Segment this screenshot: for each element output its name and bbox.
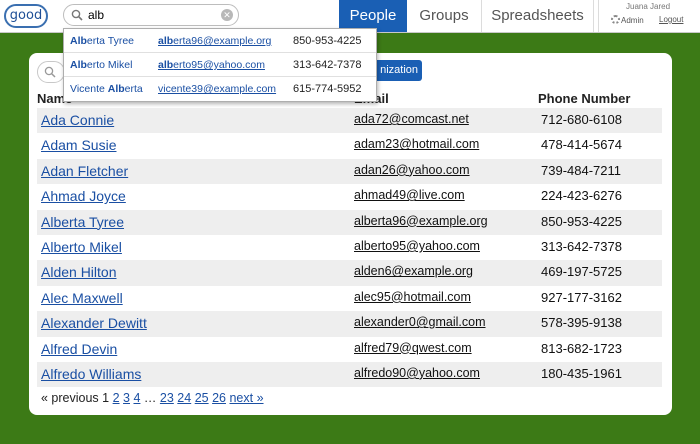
- person-phone: 813-682-1723: [541, 340, 622, 356]
- match-highlight: alb: [158, 35, 174, 47]
- person-phone: 739-484-7211: [541, 162, 621, 178]
- person-email-link[interactable]: ada72@comcast.net: [354, 112, 469, 126]
- search-input[interactable]: [88, 7, 218, 23]
- person-name-link[interactable]: Alberta Tyree: [41, 214, 124, 230]
- person-email-link[interactable]: alberta96@example.org: [354, 214, 488, 228]
- person-phone: 313-642-7378: [541, 238, 622, 254]
- suggestion-name[interactable]: Alberto Mikel: [70, 59, 132, 71]
- search-suggestions: Alberta Tyree alberta96@example.org 850-…: [63, 28, 377, 102]
- page-link[interactable]: 23: [160, 391, 174, 405]
- table-row: Alexander Dewitt alexander0@gmail.com 57…: [37, 311, 662, 337]
- person-phone: 469-197-5725: [541, 264, 622, 280]
- search-icon: [44, 66, 56, 78]
- person-phone: 478-414-5674: [541, 137, 622, 153]
- filter-search-box[interactable]: [37, 61, 65, 83]
- table-row: Alden Hilton alden6@example.org 469-197-…: [37, 260, 662, 286]
- suggestion-item[interactable]: Alberto Mikel alberto95@yahoo.com 313-64…: [64, 53, 376, 77]
- name-rest: erta: [124, 83, 143, 95]
- table-row: Alberto Mikel alberto95@yahoo.com 313-64…: [37, 235, 662, 260]
- person-email-link[interactable]: adan26@yahoo.com: [354, 163, 470, 177]
- table-row: Adam Susie adam23@hotmail.com 478-414-56…: [37, 133, 662, 158]
- tab-spreadsheets[interactable]: Spreadsheets: [482, 0, 594, 32]
- match-highlight: Alb: [107, 83, 125, 95]
- person-phone: 850-953-4225: [541, 213, 622, 229]
- person-email-link[interactable]: alexander0@gmail.com: [354, 315, 486, 329]
- page-link[interactable]: 24: [177, 391, 191, 405]
- admin-label: Admin: [621, 16, 644, 25]
- name-prefix: Vicente: [70, 83, 108, 95]
- person-email-link[interactable]: alden6@example.org: [354, 264, 473, 278]
- people-panel: nization Name Email Phone Number Ada Con…: [29, 53, 672, 415]
- person-phone: 224-423-6276: [541, 188, 622, 204]
- suggestion-phone: 615-774-5952: [293, 83, 362, 95]
- current-page: 1: [102, 391, 110, 405]
- page-link[interactable]: 2: [113, 391, 120, 405]
- tab-groups[interactable]: Groups: [407, 0, 482, 32]
- person-name-link[interactable]: Ada Connie: [41, 112, 114, 128]
- page-link[interactable]: 3: [123, 391, 130, 405]
- suggestion-email[interactable]: vicente39@example.com: [158, 83, 276, 95]
- person-phone: 927-177-3162: [541, 289, 622, 305]
- table-row: Ada Connie ada72@comcast.net 712-680-610…: [37, 108, 662, 134]
- email-rest: erta96@example.org: [173, 35, 272, 47]
- name-rest: erto Mikel: [86, 59, 133, 71]
- table-row: Alfredo Williams alfredo90@yahoo.com 180…: [37, 361, 662, 388]
- suggestion-name[interactable]: Vicente Alberta: [70, 83, 143, 95]
- page-link[interactable]: 25: [195, 391, 209, 405]
- page-link[interactable]: 26: [212, 391, 226, 405]
- logout-link[interactable]: Logout: [659, 15, 683, 24]
- person-name-link[interactable]: Adam Susie: [41, 137, 116, 153]
- person-name-link[interactable]: Alberto Mikel: [41, 239, 122, 255]
- next-page-link[interactable]: next »: [229, 391, 263, 405]
- suggestion-email[interactable]: alberto95@yahoo.com: [158, 59, 265, 71]
- pagination: « previous 1 2 3 4 … 23 24 25 26 next »: [41, 391, 264, 405]
- pagination-ellipsis: …: [143, 391, 157, 405]
- suggestion-item[interactable]: Vicente Alberta vicente39@example.com 61…: [64, 77, 376, 100]
- person-name-link[interactable]: Alfred Devin: [41, 341, 117, 357]
- people-table: Ada Connie ada72@comcast.net 712-680-610…: [37, 108, 662, 388]
- gear-icon: [611, 15, 620, 24]
- table-row: Alec Maxwell alec95@hotmail.com 927-177-…: [37, 286, 662, 311]
- person-name-link[interactable]: Adan Fletcher: [41, 163, 128, 179]
- person-email-link[interactable]: adam23@hotmail.com: [354, 137, 479, 151]
- person-name-link[interactable]: Alexander Dewitt: [41, 315, 147, 331]
- match-highlight: Alb: [70, 59, 87, 71]
- person-name-link[interactable]: Alfredo Williams: [41, 366, 141, 382]
- suggestion-name[interactable]: Alberta Tyree: [70, 35, 134, 47]
- match-highlight: alb: [158, 59, 174, 71]
- user-box: Juana Jared Admin Logout: [598, 0, 700, 32]
- user-name: Juana Jared: [626, 2, 671, 11]
- person-email-link[interactable]: alfredo90@yahoo.com: [354, 366, 480, 380]
- person-phone: 180-435-1961: [541, 365, 622, 381]
- person-name-link[interactable]: Alden Hilton: [41, 264, 117, 280]
- suggestion-phone: 850-953-4225: [293, 35, 362, 47]
- person-phone: 578-395-9138: [541, 315, 622, 331]
- person-phone: 712-680-6108: [541, 112, 622, 127]
- table-row: Alfred Devin alfred79@qwest.com 813-682-…: [37, 337, 662, 362]
- email-rest: erto95@yahoo.com: [173, 59, 265, 71]
- admin-link[interactable]: Admin: [611, 15, 644, 25]
- main-tabs: People Groups Spreadsheets: [339, 0, 594, 32]
- person-email-link[interactable]: ahmad49@live.com: [354, 188, 465, 202]
- person-email-link[interactable]: alec95@hotmail.com: [354, 290, 471, 304]
- column-header-phone[interactable]: Phone Number: [538, 91, 630, 106]
- person-email-link[interactable]: alfred79@qwest.com: [354, 341, 472, 355]
- suggestion-item[interactable]: Alberta Tyree alberta96@example.org 850-…: [64, 29, 376, 53]
- person-name-link[interactable]: Ahmad Joyce: [41, 188, 126, 204]
- suggestion-email[interactable]: alberta96@example.org: [158, 35, 271, 47]
- search-box[interactable]: ✕: [63, 4, 239, 26]
- table-row: Ahmad Joyce ahmad49@live.com 224-423-627…: [37, 184, 662, 209]
- match-highlight: Alb: [70, 35, 87, 47]
- person-name-link[interactable]: Alec Maxwell: [41, 290, 123, 306]
- suggestion-phone: 313-642-7378: [293, 59, 362, 71]
- previous-label: « previous: [41, 391, 99, 405]
- person-email-link[interactable]: alberto95@yahoo.com: [354, 239, 480, 253]
- app-logo[interactable]: good: [4, 4, 48, 28]
- table-row: Adan Fletcher adan26@yahoo.com 739-484-7…: [37, 158, 662, 185]
- page-link[interactable]: 4: [133, 391, 140, 405]
- clear-search-icon[interactable]: ✕: [221, 9, 233, 21]
- table-row: Alberta Tyree alberta96@example.org 850-…: [37, 209, 662, 235]
- name-rest: erta Tyree: [86, 35, 135, 47]
- search-icon: [71, 9, 83, 21]
